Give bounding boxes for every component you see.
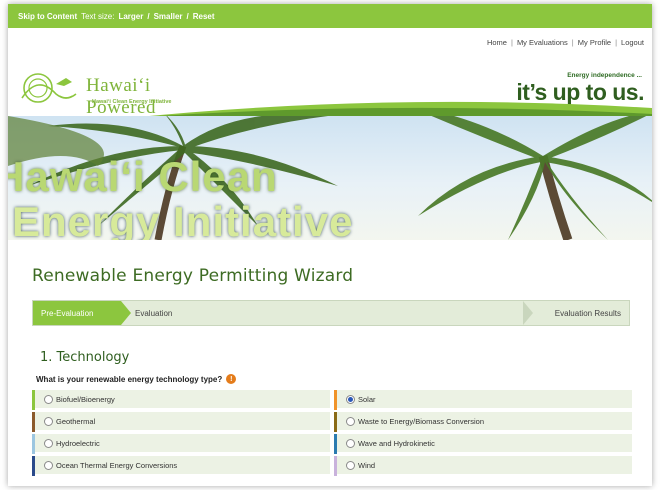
step-evaluation[interactable]: Evaluation (135, 301, 172, 325)
option-ocean-thermal[interactable]: Ocean Thermal Energy Conversions (32, 456, 330, 476)
option-color-bar (334, 434, 337, 454)
question-label: What is your renewable energy technology… (36, 374, 223, 384)
radio-button[interactable] (44, 460, 53, 470)
wizard-progress-steps: Pre-Evaluation Evaluation Evaluation Res… (32, 300, 630, 326)
text-size-separator: / (186, 11, 189, 21)
step-evaluation-results[interactable]: Evaluation Results (555, 301, 621, 325)
skip-to-content-link[interactable]: Skip to Content (18, 12, 77, 21)
page-frame: Skip to Content Text size: Larger / Smal… (8, 4, 652, 486)
option-color-bar (334, 390, 337, 410)
section-title: 1. Technology (40, 350, 130, 365)
site-header: Hawaiʻi Powered Hawaiʻi Clean Energy Ini… (8, 54, 652, 118)
page-title: Renewable Energy Permitting Wizard (32, 266, 354, 286)
nav-my-profile-link[interactable]: My Profile (578, 38, 611, 47)
step-pre-evaluation[interactable]: Pre-Evaluation (33, 301, 121, 325)
text-size-separator: / (147, 11, 150, 21)
radio-button[interactable] (346, 416, 355, 426)
step-arrow (523, 301, 533, 325)
banner-headline-line1: Hawaiʻi Clean (8, 153, 278, 200)
option-biofuel[interactable]: Biofuel/Bioenergy (32, 390, 330, 410)
text-larger-link[interactable]: Larger (118, 12, 143, 21)
technology-question: What is your renewable energy technology… (36, 374, 237, 384)
header-swoosh (128, 101, 652, 118)
option-color-bar (32, 456, 35, 476)
step-arrow (121, 301, 131, 325)
radio-button[interactable] (44, 438, 53, 448)
option-solar[interactable]: Solar (334, 390, 632, 410)
option-label: Geothermal (56, 416, 96, 426)
radio-button[interactable] (346, 438, 355, 448)
info-icon[interactable]: ! (226, 374, 237, 384)
nav-separator: | (571, 38, 574, 47)
radio-button[interactable] (44, 416, 53, 426)
user-nav: Home | My Evaluations | My Profile | Log… (487, 38, 644, 47)
option-label: Biofuel/Bioenergy (56, 394, 115, 404)
tagline-small: Energy independence ... (567, 72, 642, 79)
option-color-bar (334, 456, 337, 476)
banner-headline-line2: Energy Initiative (12, 198, 354, 240)
option-label: Hydroelectric (56, 438, 100, 448)
hero-banner: Hawaiʻi Clean Energy Initiative (8, 116, 652, 240)
nav-logout-link[interactable]: Logout (621, 38, 644, 47)
nav-separator: | (510, 38, 513, 47)
nav-home-link[interactable]: Home (487, 38, 507, 47)
option-hydroelectric[interactable]: Hydroelectric (32, 434, 330, 454)
radio-button[interactable] (346, 394, 355, 404)
logo-mark-icon (21, 73, 77, 103)
option-color-bar (32, 412, 35, 432)
text-size-label: Text size: (81, 11, 115, 21)
text-reset-link[interactable]: Reset (193, 12, 215, 21)
option-color-bar (32, 434, 35, 454)
nav-my-evaluations-link[interactable]: My Evaluations (517, 38, 568, 47)
option-wind[interactable]: Wind (334, 456, 632, 476)
radio-button[interactable] (346, 460, 355, 470)
accessibility-bar: Skip to Content Text size: Larger / Smal… (8, 4, 652, 28)
option-color-bar (334, 412, 337, 432)
option-label: Solar (358, 394, 376, 404)
option-wave-hydrokinetic[interactable]: Wave and Hydrokinetic (334, 434, 632, 454)
option-geothermal[interactable]: Geothermal (32, 412, 330, 432)
option-label: Wave and Hydrokinetic (358, 438, 435, 448)
option-label: Wind (358, 460, 376, 470)
text-smaller-link[interactable]: Smaller (154, 12, 183, 21)
option-label: Waste to Energy/Biomass Conversion (358, 416, 485, 426)
option-waste-to-energy[interactable]: Waste to Energy/Biomass Conversion (334, 412, 632, 432)
radio-button[interactable] (44, 394, 53, 404)
option-label: Ocean Thermal Energy Conversions (56, 460, 178, 470)
option-color-bar (32, 390, 35, 410)
nav-separator: | (615, 38, 618, 47)
